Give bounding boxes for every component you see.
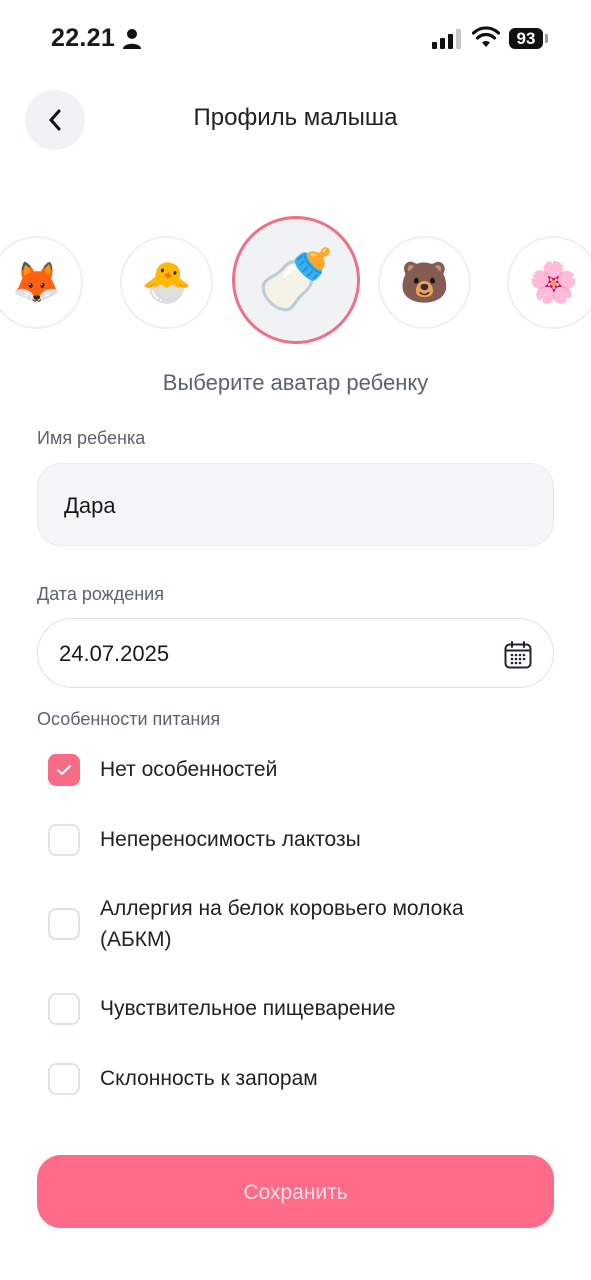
avatar-bear[interactable]: 🐻 [378, 236, 471, 329]
checkbox-no-features[interactable] [48, 754, 80, 786]
calendar-icon[interactable] [504, 641, 532, 669]
birth-date-field [37, 618, 554, 689]
checkbox-constipation[interactable] [48, 1063, 80, 1095]
person-icon [123, 29, 141, 49]
battery-cap [545, 34, 548, 43]
check-icon [57, 765, 71, 775]
battery-level: 93 [509, 28, 543, 49]
birth-date-label: Дата рождения [37, 584, 164, 604]
avatar-chick[interactable]: 🐣 [120, 236, 213, 329]
wifi-icon [472, 26, 500, 47]
checkbox-lactose[interactable] [48, 824, 80, 856]
baby-bottle-icon: 🍼 [257, 245, 335, 315]
flower-icon: 🌸 [528, 261, 579, 305]
bear-icon: 🐻 [399, 261, 450, 305]
page-title: Профиль малыша [193, 104, 398, 131]
option-constipation[interactable]: Склонность к запорам [48, 1063, 548, 1097]
avatar-caption: Выберите аватар ребенку [162, 370, 429, 395]
name-label: Имя ребенка [37, 428, 146, 448]
diet-label: Особенности питания [37, 709, 221, 729]
birth-date-input[interactable] [57, 619, 461, 689]
option-label: Склонность к запорам [100, 1067, 318, 1090]
option-label: Непереносимость лактозы [100, 828, 361, 851]
fox-icon: 🦊 [11, 261, 62, 305]
option-label: Чувствительное пищеварение [100, 997, 396, 1020]
name-input[interactable] [62, 464, 506, 547]
signal-icon [432, 29, 461, 49]
option-label: Аллергия на белок коровьего молока (АБКМ… [100, 897, 464, 951]
name-field [37, 463, 554, 547]
option-sensitive-digestion[interactable]: Чувствительное пищеварение [48, 993, 548, 1027]
status-bar: 22.21 93 [0, 0, 591, 80]
option-label: Нет особенностей [100, 758, 278, 781]
avatar-fox[interactable]: 🦊 [0, 236, 83, 329]
save-button[interactable]: Сохранить [37, 1155, 554, 1228]
option-cmpa[interactable]: Аллергия на белок коровьего молока (АБКМ… [48, 893, 548, 957]
option-lactose[interactable]: Непереносимость лактозы [48, 824, 548, 858]
chick-icon: 🐣 [141, 261, 192, 305]
checkbox-sensitive-digestion[interactable] [48, 993, 80, 1025]
avatar-flower[interactable]: 🌸 [507, 236, 591, 329]
option-no-features[interactable]: Нет особенностей [48, 754, 548, 788]
status-time: 22.21 [51, 24, 116, 52]
avatar-baby-bottle[interactable]: 🍼 [232, 216, 360, 344]
checkbox-cmpa[interactable] [48, 908, 80, 940]
